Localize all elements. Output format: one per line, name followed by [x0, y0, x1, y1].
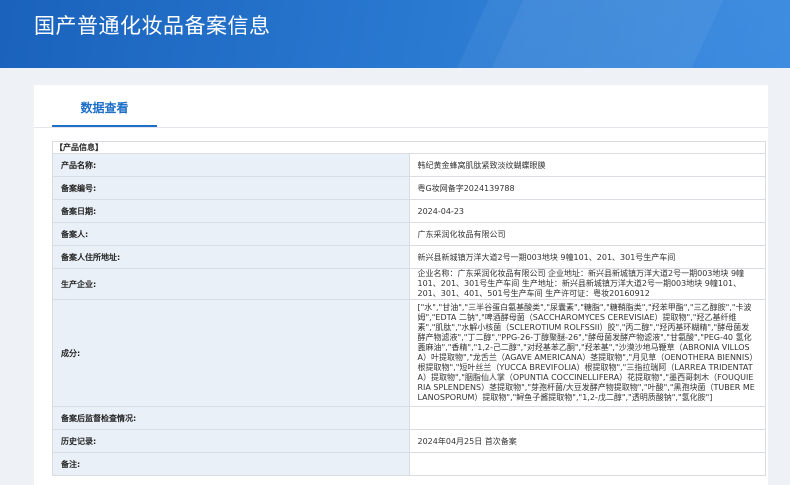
row-label: 备案日期: — [52, 199, 410, 223]
row-label: 生产企业: — [52, 268, 410, 300]
remarks-value — [408, 452, 766, 476]
table-row: 历史记录: 2024年04月25日 首次备案 — [52, 429, 766, 453]
supervision-value — [408, 406, 766, 430]
row-label: 产品名称: — [52, 153, 410, 177]
ingredients-value: ["水","甘油","三半谷蛋白氨基酸类","尿囊素","糖脂","糖鞘脂类",… — [408, 299, 766, 407]
table-row: 成分: ["水","甘油","三半谷蛋白氨基酸类","尿囊素","糖脂","糖鞘… — [52, 299, 766, 407]
section-header-row: 【产品信息】 — [52, 141, 766, 154]
row-label: 备案后监督检查情况: — [52, 406, 410, 430]
row-label: 备案人: — [52, 222, 410, 246]
table-row: 备案编号: 粤G妆网备字2024139788 — [52, 176, 766, 200]
history-value: 2024年04月25日 首次备案 — [408, 429, 766, 453]
registrant-value: 广东采润化妆品有限公司 — [408, 222, 766, 246]
table-row: 生产企业: 企业名称：广东采润化妆品有限公司 企业地址：新兴县新城镇万洋大道2号… — [52, 268, 766, 300]
registration-date-value: 2024-04-23 — [408, 199, 766, 223]
product-info-table: 【产品信息】 产品名称: 韩纪黄金蜂窝肌肽紧致淡纹蝴蝶眼膜 备案编号: 粤G妆网… — [52, 141, 766, 476]
table-row: 备案人住所地址: 新兴县新城镇万洋大道2号一期003地块 9幢101、201、3… — [52, 245, 766, 269]
active-tab-indicator — [52, 125, 157, 127]
manufacturer-value: 企业名称：广东采润化妆品有限公司 企业地址：新兴县新城镇万洋大道2号一期003地… — [408, 268, 766, 300]
row-label: 备案编号: — [52, 176, 410, 200]
table-row: 备注: — [52, 452, 766, 476]
table-row: 备案人: 广东采润化妆品有限公司 — [52, 222, 766, 246]
registration-number-value: 粤G妆网备字2024139788 — [408, 176, 766, 200]
table-row: 备案日期: 2024-04-23 — [52, 199, 766, 223]
row-label: 备案人住所地址: — [52, 245, 410, 269]
section-title: 【产品信息】 — [52, 141, 766, 154]
row-label: 备注: — [52, 452, 410, 476]
registrant-address-value: 新兴县新城镇万洋大道2号一期003地块 9幢101、201、301号生产车间 — [408, 245, 766, 269]
tab-data-view[interactable]: 数据查看 — [52, 85, 157, 127]
content-panel: 数据查看 【产品信息】 产品名称: 韩纪黄金蜂窝肌肽紧致淡纹蝴蝶眼膜 备案编号:… — [34, 85, 768, 485]
tab-bar: 数据查看 — [34, 85, 768, 128]
row-label: 成分: — [52, 299, 410, 407]
header-banner: 国产普通化妆品备案信息 — [0, 0, 790, 68]
page-title: 国产普通化妆品备案信息 — [34, 14, 271, 38]
table-row: 产品名称: 韩纪黄金蜂窝肌肽紧致淡纹蝴蝶眼膜 — [52, 153, 766, 177]
table-row: 备案后监督检查情况: — [52, 406, 766, 430]
row-label: 历史记录: — [52, 429, 410, 453]
product-name-value: 韩纪黄金蜂窝肌肽紧致淡纹蝴蝶眼膜 — [408, 153, 766, 177]
